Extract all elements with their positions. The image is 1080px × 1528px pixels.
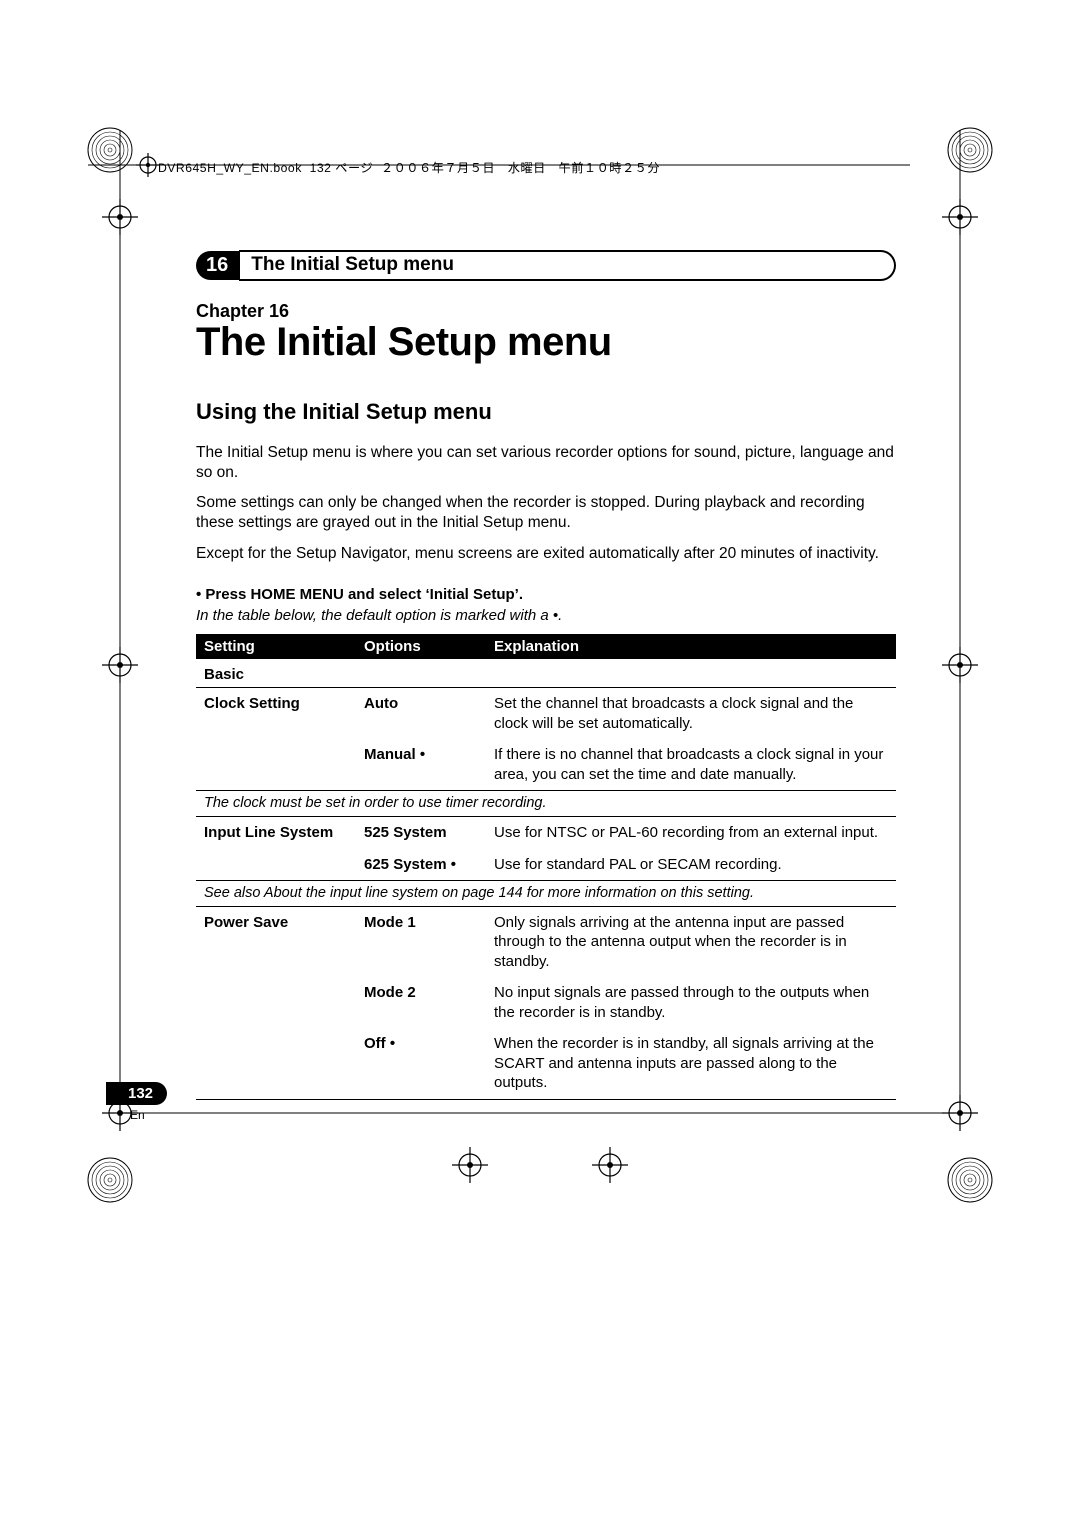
option-manual: Manual • [356,739,486,790]
note-clock: The clock must be set in order to use ti… [196,791,896,816]
note-input-line: See also About the input line system on … [196,881,896,906]
col-header-explanation: Explanation [486,634,896,659]
setting-clock: Clock Setting [196,688,356,740]
explain-auto: Set the channel that broadcasts a clock … [486,688,896,740]
option-mode1: Mode 1 [356,906,486,977]
col-header-options: Options [356,634,486,659]
explain-525: Use for NTSC or PAL-60 recording from an… [486,817,896,849]
chapter-title: The Initial Setup menu [196,320,896,365]
section-title: Using the Initial Setup menu [196,399,896,425]
intro-paragraph: Some settings can only be changed when t… [196,493,896,533]
section-basic: Basic [196,659,896,688]
option-mode2: Mode 2 [356,977,486,1028]
explain-mode1: Only signals arriving at the antenna inp… [486,906,896,977]
setting-input-line: Input Line System [196,817,356,849]
explain-mode2: No input signals are passed through to t… [486,977,896,1028]
col-header-setting: Setting [196,634,356,659]
settings-table: Setting Options Explanation Basic Clock … [196,634,896,1100]
chapter-number-badge: 16 [196,251,240,280]
option-auto: Auto [356,688,486,740]
intro-paragraph: The Initial Setup menu is where you can … [196,443,896,483]
intro-paragraph: Except for the Setup Navigator, menu scr… [196,544,896,564]
option-625: 625 System • [356,849,486,881]
chapter-label: Chapter 16 [196,301,896,322]
instruction-bullet: • Press HOME MENU and select ‘Initial Se… [196,586,896,603]
explain-off: When the recorder is in standby, all sig… [486,1028,896,1099]
setting-power-save: Power Save [196,906,356,977]
option-off: Off • [356,1028,486,1099]
chapter-breadcrumb: The Initial Setup menu [239,250,896,281]
explain-625: Use for standard PAL or SECAM recording. [486,849,896,881]
explain-manual: If there is no channel that broadcasts a… [486,739,896,790]
option-525: 525 System [356,817,486,849]
table-default-note: In the table below, the default option i… [196,607,896,624]
page-number-badge: 132 [106,1082,167,1105]
page-lang-label: En [130,1108,167,1122]
